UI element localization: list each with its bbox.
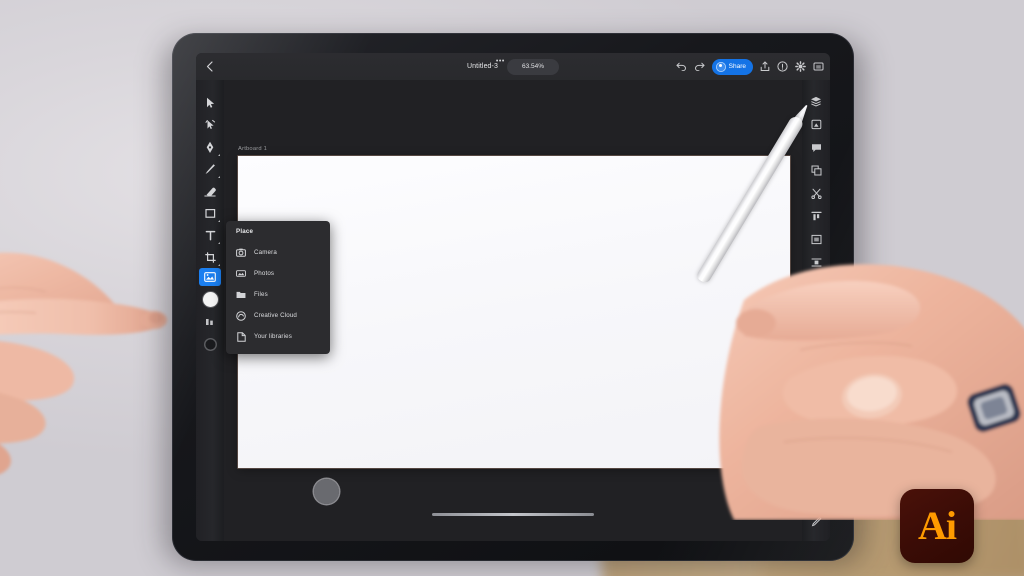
place-photos-label: Photos — [254, 270, 275, 277]
artboard-label: Artboard 1 — [238, 146, 268, 152]
selection-tool[interactable] — [198, 92, 222, 114]
present-screen-icon[interactable] — [813, 61, 824, 72]
camera-icon — [236, 248, 246, 258]
photos-icon — [236, 269, 246, 279]
place-creative-cloud[interactable]: Creative Cloud — [226, 305, 330, 326]
precision-panel[interactable] — [804, 113, 828, 136]
ipad-device: Artboard 1 Untitled-3 ••• 63.54% Share P… — [172, 33, 854, 561]
layers-panel[interactable] — [804, 90, 828, 113]
crop-tool[interactable] — [198, 246, 222, 268]
folder-icon — [236, 290, 246, 300]
app-settings[interactable] — [804, 487, 828, 510]
direct-selection-tool[interactable] — [198, 114, 222, 136]
zoom-level-chip[interactable]: 63.54% — [506, 58, 559, 75]
place-photos[interactable]: Photos — [226, 263, 330, 284]
app-top-bar: Untitled-3 ••• 63.54% Share — [196, 53, 830, 80]
share-button[interactable]: Share — [711, 58, 753, 75]
pen-tool[interactable] — [198, 136, 222, 158]
place-menu[interactable]: Place Camera Photos Files Creative Cloud… — [226, 221, 330, 354]
place-image-tool[interactable] — [199, 268, 221, 286]
edit-link[interactable] — [804, 510, 828, 533]
scene-photo: Artboard 1 Untitled-3 ••• 63.54% Share P… — [0, 0, 1024, 576]
ipad-screen: Artboard 1 Untitled-3 ••• 63.54% Share P… — [196, 53, 830, 541]
place-files-label: Files — [254, 291, 268, 298]
document-title-text: Untitled-3 — [467, 63, 498, 70]
tool-knob-icon[interactable] — [203, 338, 217, 351]
fill-color-swatch[interactable] — [202, 292, 218, 307]
comments-panel[interactable] — [804, 136, 828, 159]
home-indicator — [432, 513, 594, 516]
pencil-tool[interactable] — [198, 158, 222, 180]
settings-gear-icon[interactable] — [795, 61, 806, 72]
illustrator-logo-text: Ai — [918, 503, 957, 548]
pencil-tool-flyout-arrow — [218, 176, 220, 178]
type-tool-flyout-arrow — [218, 242, 220, 244]
duplicate-panel[interactable] — [804, 159, 828, 182]
illustrator-logo: Ai — [900, 489, 974, 563]
document-pill: Untitled-3 ••• 63.54% — [467, 58, 559, 75]
distribute-panel[interactable] — [804, 251, 828, 274]
place-camera[interactable]: Camera — [226, 242, 330, 263]
help-icon[interactable] — [777, 61, 788, 72]
overflow-dots-icon[interactable]: ••• — [496, 58, 505, 65]
back-chevron-icon[interactable] — [196, 53, 222, 80]
document-title[interactable]: Untitled-3 ••• — [467, 58, 507, 70]
left-toolbar — [196, 80, 224, 541]
place-files[interactable]: Files — [226, 284, 330, 305]
export-icon[interactable] — [760, 61, 770, 72]
libraries-icon — [236, 331, 246, 342]
properties-panel-icon[interactable] — [205, 314, 215, 332]
share-button-label: Share — [728, 63, 746, 70]
place-creative-cloud-label: Creative Cloud — [254, 312, 298, 319]
place-your-libraries[interactable]: Your libraries — [226, 326, 330, 347]
shape-tool-flyout-arrow — [218, 220, 220, 222]
pen-tool-flyout-arrow — [218, 154, 220, 156]
crop-tool-flyout-arrow — [218, 264, 220, 266]
place-camera-label: Camera — [254, 249, 277, 256]
shape-tool[interactable] — [198, 202, 222, 224]
top-bar-actions: Share — [676, 53, 824, 80]
redo-icon[interactable] — [694, 62, 705, 71]
place-your-libraries-label: Your libraries — [254, 333, 292, 340]
right-toolbar — [802, 80, 830, 541]
type-tool[interactable] — [198, 224, 222, 246]
align-panel[interactable] — [804, 205, 828, 228]
transform-panel[interactable] — [804, 228, 828, 251]
place-menu-title: Place — [236, 228, 254, 235]
cut-panel[interactable] — [804, 182, 828, 205]
undo-icon[interactable] — [676, 62, 687, 71]
eraser-tool[interactable] — [198, 180, 222, 202]
share-avatar-icon — [715, 61, 726, 72]
touch-point-indicator — [314, 479, 339, 504]
creative-cloud-icon — [236, 310, 246, 321]
